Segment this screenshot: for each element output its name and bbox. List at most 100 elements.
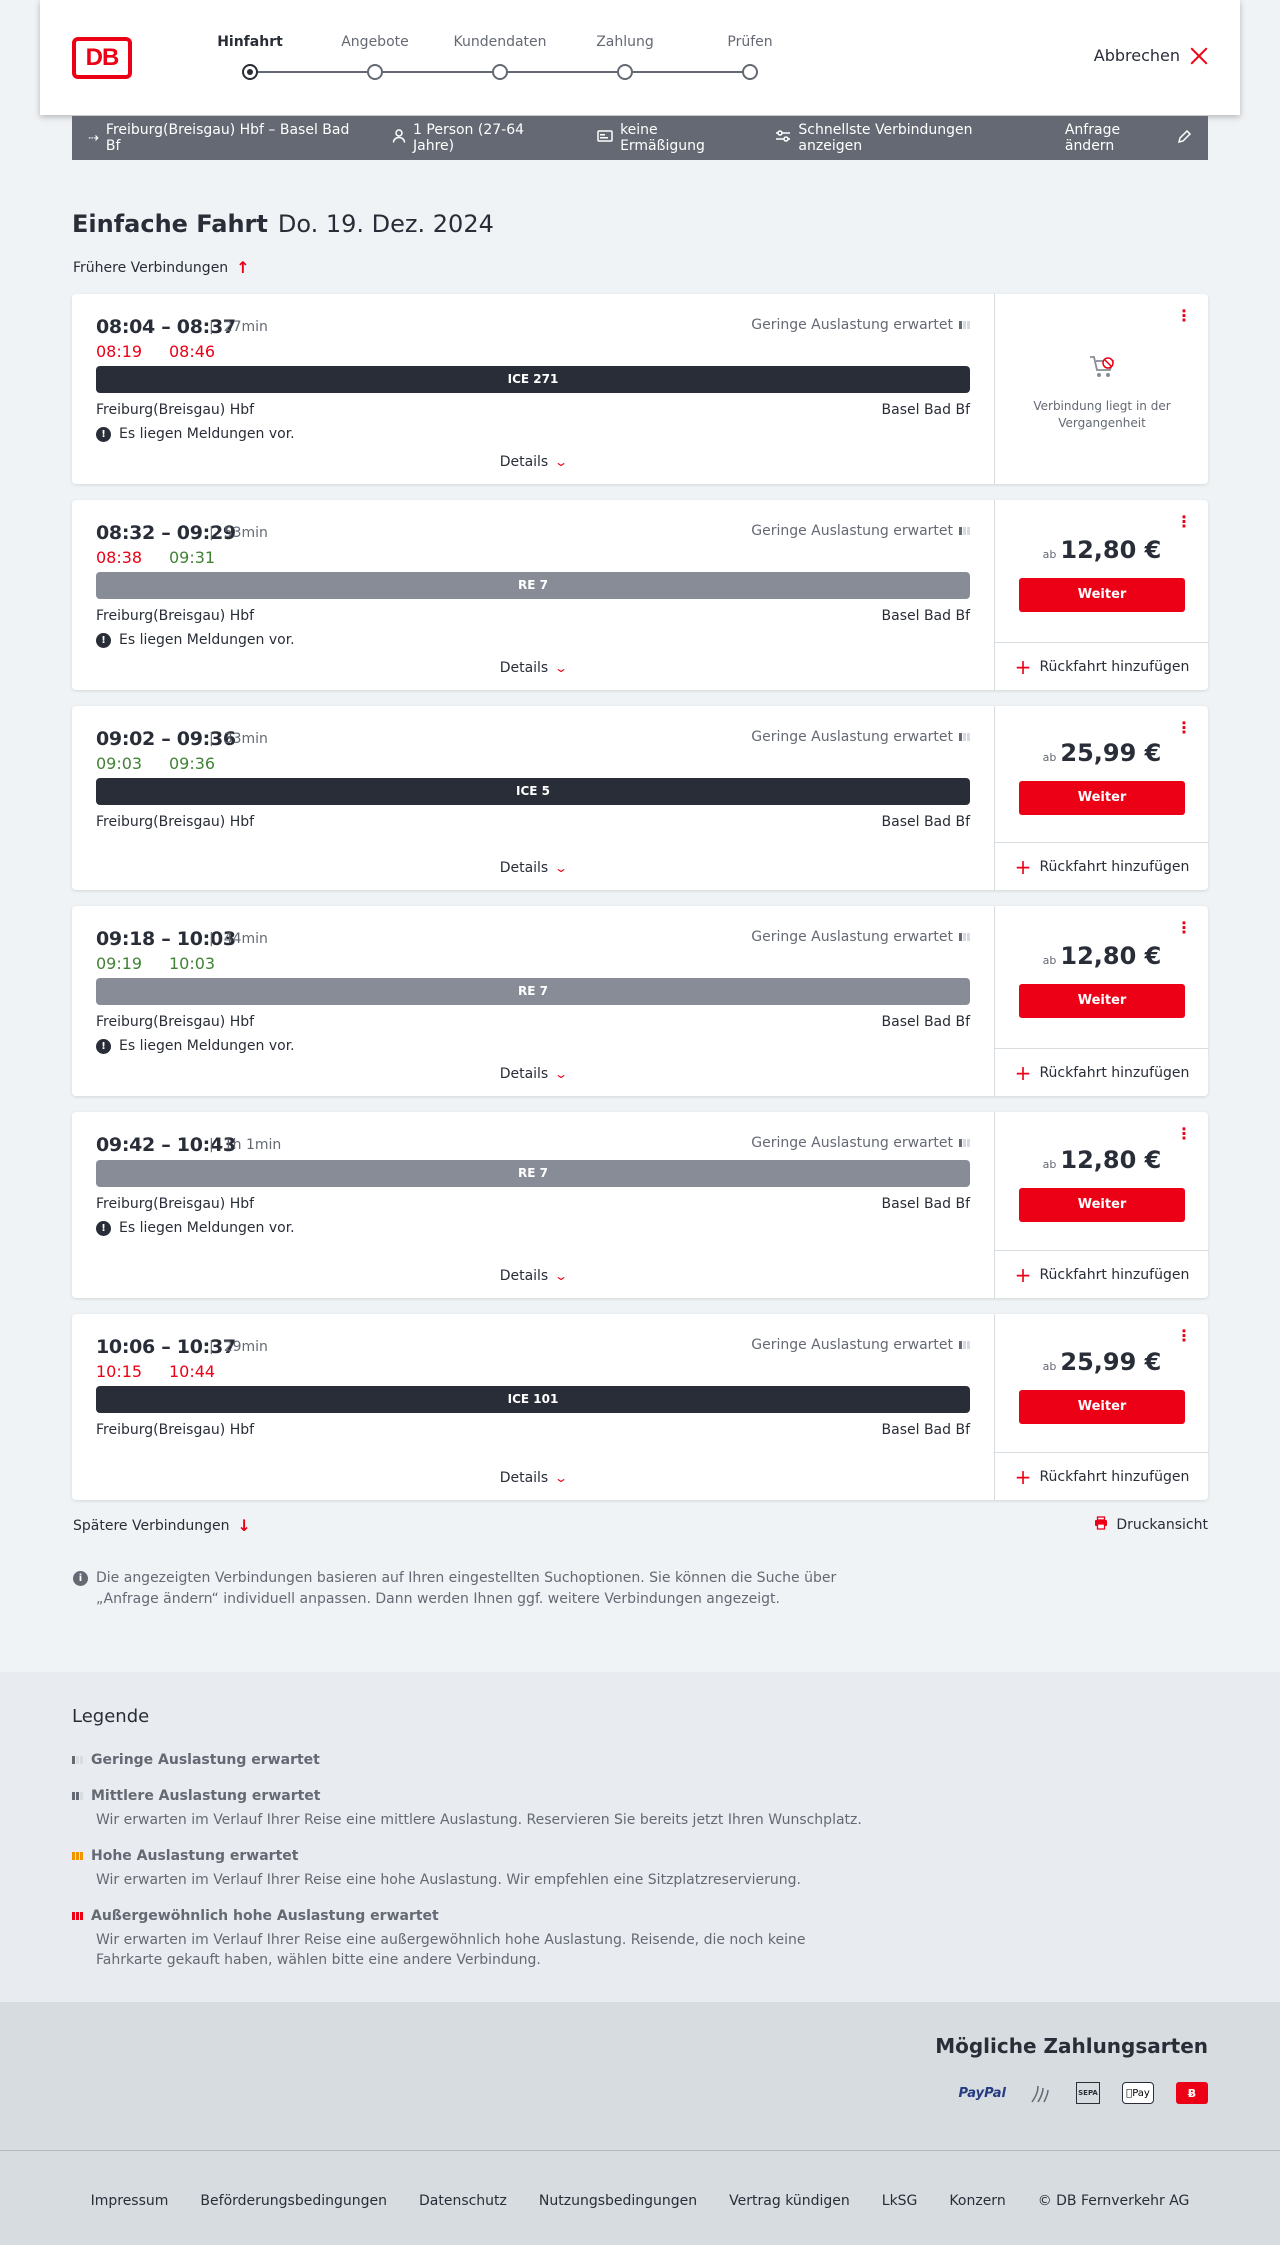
chevron-down-icon: ⌄ (554, 861, 569, 875)
connection-message[interactable]: ! Es liegen Meldungen vor. (96, 426, 295, 442)
realtime-departure: 10:15 (96, 1362, 143, 1381)
chevron-down-icon: ⌄ (554, 661, 569, 675)
legend-desc: Wir erwarten im Verlauf Ihrer Reise eine… (96, 1932, 806, 1969)
passenger-summary[interactable]: 1 Person (27-64 Jahre) (392, 122, 563, 154)
continue-button[interactable]: Weiter (1019, 1188, 1185, 1222)
load-indicator: Geringe Auslastung erwartet (751, 729, 970, 745)
train-bar[interactable]: RE 7 (96, 1160, 970, 1187)
footer-link-nutzung[interactable]: Nutzungsbedingungen (539, 2193, 697, 2209)
train-bar[interactable]: RE 7 (96, 978, 970, 1005)
details-toggle[interactable]: Details ⌄ (72, 860, 994, 876)
connection-main[interactable]: 09:18 – 10:03 44min 09:1910:03 Geringe A… (72, 906, 994, 1096)
cancel-button[interactable]: Abbrechen (1094, 46, 1208, 65)
train-bar[interactable]: ICE 271 (96, 366, 970, 393)
info-icon: i (73, 1571, 88, 1586)
price-value: 12,80 € (1060, 1146, 1162, 1174)
progress-header: DB Hinfahrt Angebote Kundendaten Zahlung… (40, 0, 1240, 115)
alert-icon: ! (96, 1038, 111, 1054)
add-return-button[interactable]: + Rückfahrt hinzufügen (995, 842, 1209, 890)
add-return-button[interactable]: + Rückfahrt hinzufügen (995, 1452, 1209, 1500)
passengers-text: 1 Person (27-64 Jahre) (413, 122, 525, 154)
add-return-button[interactable]: + Rückfahrt hinzufügen (995, 1048, 1209, 1096)
connection-message[interactable]: ! Es liegen Meldungen vor. (96, 1038, 295, 1054)
more-options-icon[interactable]: ⋮ (1176, 720, 1192, 736)
more-options-icon[interactable]: ⋮ (1176, 1328, 1192, 1344)
connection-duration: 33min (209, 731, 268, 747)
details-label: Details (499, 454, 549, 470)
departure-station: Freiburg(Breisgau) Hbf (96, 814, 255, 830)
train-bar[interactable]: ICE 5 (96, 778, 970, 805)
fastest-option[interactable]: Schnellste Verbindungen anzeigen (775, 122, 1030, 154)
offer-panel: ⋮ ab 12,80 € Weiter + Rückfahrt hinzufügen (994, 1112, 1209, 1298)
more-options-icon[interactable]: ⋮ (1176, 514, 1192, 530)
print-view-link[interactable]: Druckansicht (1094, 1516, 1208, 1534)
more-options-icon[interactable]: ⋮ (1176, 1126, 1192, 1142)
booking-steps: Hinfahrt Angebote Kundendaten Zahlung Pr… (210, 34, 773, 84)
high-load-icon (72, 1852, 83, 1860)
connection-message[interactable]: ! Es liegen Meldungen vor. (96, 632, 295, 648)
add-return-button[interactable]: + Rückfahrt hinzufügen (995, 1250, 1209, 1298)
step-zahlung: Zahlung (596, 34, 654, 50)
load-text: Geringe Auslastung erwartet (751, 1337, 953, 1353)
footer-link-lksg[interactable]: LkSG (882, 2193, 918, 2209)
continue-button[interactable]: Weiter (1019, 578, 1185, 612)
realtime-arrival: 09:36 (169, 754, 216, 773)
footer-link-datenschutz[interactable]: Datenschutz (419, 2193, 507, 2209)
realtime-arrival: 08:46 (169, 342, 216, 361)
footer-link-impressum[interactable]: Impressum (91, 2193, 169, 2209)
more-options-icon[interactable]: ⋮ (1176, 920, 1192, 936)
close-icon (1190, 47, 1208, 65)
later-connections-link[interactable]: Spätere Verbindungen ↓ (73, 1516, 251, 1535)
legend-item-high: Hohe Auslastung erwartet Wir erwarten im… (72, 1848, 872, 1890)
connection-main[interactable]: 10:06 – 10:37 29min 10:1510:44 Geringe A… (72, 1314, 994, 1500)
footer-links: Impressum Beförderungsbedingungen Datens… (0, 2193, 1280, 2209)
legend-label: Mittlere Auslastung erwartet (91, 1788, 321, 1804)
continue-button[interactable]: Weiter (1019, 984, 1185, 1018)
plus-icon: + (1014, 1464, 1032, 1489)
connection-main[interactable]: 08:32 – 09:29 53min 08:3809:31 Geringe A… (72, 500, 994, 690)
continue-button[interactable]: Weiter (1019, 781, 1185, 815)
footer-link-kuendigen[interactable]: Vertrag kündigen (729, 2193, 850, 2209)
train-bar[interactable]: RE 7 (96, 572, 970, 599)
details-toggle[interactable]: Details ⌄ (72, 660, 994, 676)
logo-text: DB (85, 44, 120, 71)
step-kundendaten: Kundendaten (453, 34, 547, 50)
contactless-icon (1028, 2082, 1054, 2104)
details-toggle[interactable]: Details ⌄ (72, 1066, 994, 1082)
chevron-down-icon: ⌄ (554, 455, 569, 469)
connection-duration: 27min (209, 319, 268, 335)
paypal-text: PayPal (958, 2085, 1006, 2101)
route-text: Freiburg(Breisgau) Hbf – Basel Bad Bf (105, 122, 350, 154)
connection-message[interactable]: ! Es liegen Meldungen vor. (96, 1220, 295, 1236)
applepay-icon: Pay (1122, 2082, 1154, 2104)
return-label: Rückfahrt hinzufügen (1039, 858, 1190, 875)
return-label: Rückfahrt hinzufügen (1039, 658, 1190, 675)
trip-type: Einfache Fahrt (72, 210, 268, 238)
arrival-station: Basel Bad Bf (881, 1014, 970, 1030)
connection-main[interactable]: 09:02 – 09:36 33min 09:0309:36 Geringe A… (72, 706, 994, 890)
details-toggle[interactable]: Details ⌄ (72, 454, 994, 470)
step-dot-angebote (367, 64, 383, 80)
footer-link-befoerderung[interactable]: Beförderungsbedingungen (200, 2193, 387, 2209)
more-options-icon[interactable]: ⋮ (1176, 308, 1192, 324)
connection-main[interactable]: 09:42 – 10:43 1h 1min Geringe Auslastung… (72, 1112, 994, 1298)
realtime-departure: 09:03 (96, 754, 143, 773)
db-logo[interactable]: DB (72, 37, 132, 79)
connection-main[interactable]: 08:04 – 08:37 27min 08:1908:46 Geringe A… (72, 294, 994, 484)
footer-link-konzern[interactable]: Konzern (949, 2193, 1005, 2209)
route-summary[interactable]: ⇢ Freiburg(Breisgau) Hbf – Basel Bad Bf (88, 122, 358, 154)
details-toggle[interactable]: Details ⌄ (72, 1268, 994, 1284)
discount-summary[interactable]: keine Ermäßigung (597, 122, 741, 154)
low-load-icon (959, 321, 970, 329)
alert-icon: ! (96, 632, 111, 648)
continue-button[interactable]: Weiter (1019, 1390, 1185, 1424)
earlier-connections-link[interactable]: Frühere Verbindungen ↑ (73, 258, 250, 277)
details-toggle[interactable]: Details ⌄ (72, 1470, 994, 1486)
low-load-icon (959, 1139, 970, 1147)
connection-duration: 1h 1min (209, 1137, 282, 1153)
edit-query-button[interactable]: Anfrage ändern (1065, 122, 1192, 154)
add-return-button[interactable]: + Rückfahrt hinzufügen (995, 642, 1209, 690)
legend-item-extreme: Außergewöhnlich hohe Auslastung erwartet… (72, 1908, 872, 1971)
step-dot-hinfahrt (242, 64, 258, 80)
train-bar[interactable]: ICE 101 (96, 1386, 970, 1413)
